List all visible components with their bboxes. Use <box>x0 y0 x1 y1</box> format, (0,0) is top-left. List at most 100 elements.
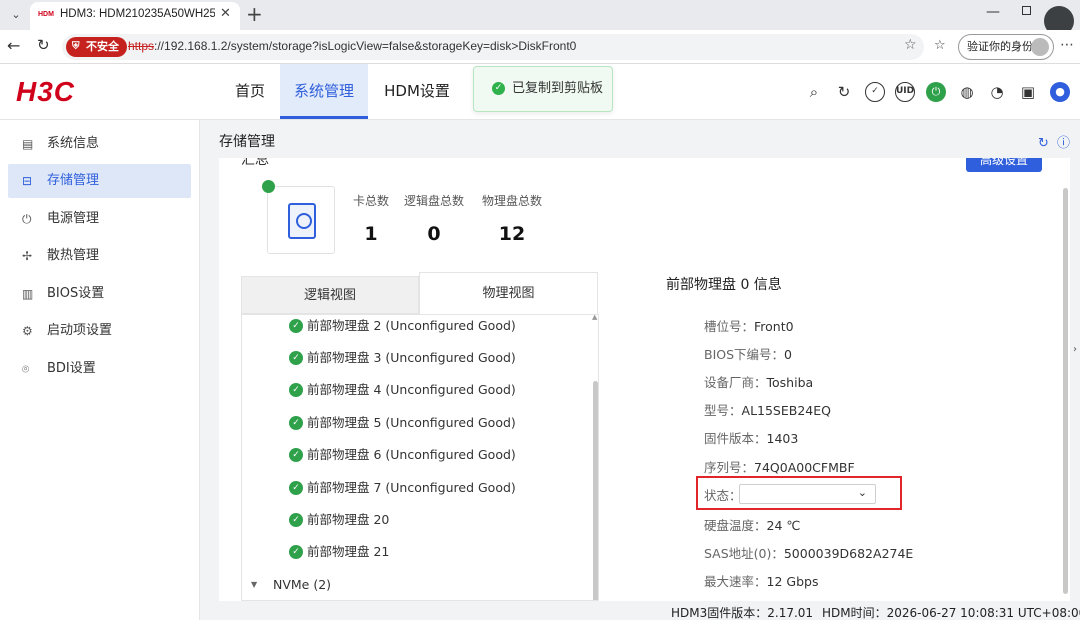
user-icon[interactable]: ● <box>1050 82 1070 102</box>
nav-home[interactable]: 首页 <box>222 64 278 119</box>
url-scheme: https <box>128 39 155 53</box>
scroll-thumb[interactable] <box>593 381 598 600</box>
palette-icon[interactable]: ◔ <box>987 82 1007 102</box>
info-key: BIOS下编号： <box>704 347 785 362</box>
info-bios-index: BIOS下编号：0 <box>704 344 792 363</box>
url-text[interactable]: https://192.168.1.2/system/storage?isLog… <box>128 39 576 53</box>
url-path: ://192.168.1.2/system/storage?isLogicVie… <box>154 39 577 53</box>
info-slot: 槽位号：Front0 <box>704 316 794 335</box>
panel-scrollbar[interactable] <box>1062 188 1069 594</box>
copied-toast: ✓ 已复制到剪贴板 <box>473 66 613 112</box>
tree-item-label: 前部物理盘 7 (Unconfigured Good) <box>307 480 516 495</box>
tree-group-label: NVMe (2) <box>273 577 332 592</box>
info-key: SAS地址(0)： <box>704 546 784 561</box>
chevron-right-icon[interactable]: › <box>1073 344 1077 355</box>
info-key: 序列号： <box>704 460 755 475</box>
minimize-icon[interactable]: — <box>986 4 1000 20</box>
url-box[interactable]: ⛨ 不安全 https://192.168.1.2/system/storage… <box>62 34 924 60</box>
bdi-icon: ⌾ <box>22 362 30 376</box>
tab-physical-view[interactable]: 物理视图 <box>419 272 598 314</box>
sidebar-item-storage[interactable]: ⊟ 存储管理 <box>8 164 191 198</box>
sidebar-item-bdi[interactable]: ⌾ BDI设置 <box>8 352 191 386</box>
disk-info-title: 前部物理盘 0 信息 <box>666 277 782 293</box>
fan-icon: ✢ <box>22 249 33 263</box>
favorites-icon[interactable]: ☆ <box>934 38 946 53</box>
stat-value: 12 <box>498 223 526 245</box>
globe-icon[interactable]: ◍ <box>957 82 977 102</box>
sidebar-item-boot[interactable]: ⚙ 启动项设置 <box>8 314 191 348</box>
info-key: 状态： <box>704 488 742 503</box>
info-firmware: 固件版本：1403 <box>704 428 798 447</box>
refresh-icon[interactable]: ↻ <box>834 82 854 102</box>
tree-item-label: 前部物理盘 20 <box>307 512 390 527</box>
sidebar-item-label: 电源管理 <box>47 211 100 226</box>
page-tools: ↻ ⓘ <box>1038 132 1070 151</box>
sidebar-item-label: 散热管理 <box>47 248 100 263</box>
stat-label: 物理盘总数 <box>482 194 543 208</box>
hard-disk-icon <box>288 203 316 239</box>
plus-icon[interactable]: + <box>246 2 263 26</box>
star-icon[interactable]: ☆ <box>904 37 917 53</box>
info-state: 状态： <box>704 485 742 504</box>
browser-tab[interactable]: HDM HDM3: HDM210235A50WH25400 ✕ <box>30 2 240 30</box>
back-icon[interactable]: ← <box>7 36 20 55</box>
sidebar-item-label: 启动项设置 <box>47 323 113 338</box>
caret-down-icon: ▼ <box>251 580 258 589</box>
more-icon[interactable]: ⋯ <box>1060 37 1074 53</box>
sidebar-item-system-info[interactable]: ▤ 系统信息 <box>8 127 191 161</box>
page-title: 存储管理 <box>219 134 275 150</box>
sidebar-item-bios[interactable]: ▥ BIOS设置 <box>8 277 191 311</box>
nav-system-management[interactable]: 系统管理 <box>280 64 368 119</box>
power-icon[interactable]: ⏻ <box>926 82 946 102</box>
sidebar-item-power[interactable]: ⏻ 电源管理 <box>8 202 191 236</box>
bios-icon: ▥ <box>22 287 34 301</box>
refresh-icon[interactable]: ↻ <box>1038 136 1049 151</box>
tree-item-label: 前部物理盘 5 (Unconfigured Good) <box>307 415 516 430</box>
logical-disk-count-stat: 逻辑盘总数 0 <box>404 192 464 245</box>
profile-button[interactable]: 验证你的身份 <box>958 34 1054 60</box>
close-icon[interactable]: ✕ <box>220 6 231 21</box>
tree-scrollbar[interactable]: ▲ <box>592 315 598 600</box>
package-icon[interactable]: ▣ <box>1018 82 1038 102</box>
advanced-settings-button[interactable]: 高级设置 <box>966 158 1042 172</box>
tab-list-chevron-icon[interactable]: ⌄ <box>6 5 26 25</box>
profile-avatar-icon <box>1031 38 1049 56</box>
card-count-stat: 卡总数 1 <box>353 192 389 245</box>
sidebar-item-cooling[interactable]: ✢ 散热管理 <box>8 239 191 273</box>
insecure-badge[interactable]: ⛨ 不安全 <box>66 37 127 57</box>
uid-icon[interactable]: UID <box>895 82 915 102</box>
state-select[interactable]: ⌄ <box>739 484 876 504</box>
status-footer: HDM3固件版本：2.17.01 HDM时间：2026-06-27 10:08:… <box>200 601 1080 620</box>
browser-tab-bar: ⌄ HDM HDM3: HDM210235A50WH25400 ✕ + — <box>0 0 1080 36</box>
tab-logical-view[interactable]: 逻辑视图 <box>241 276 419 314</box>
info-key: 最大速率： <box>704 574 767 589</box>
maximize-icon[interactable] <box>1022 6 1031 15</box>
address-bar: ← ↻ ⛨ 不安全 https://192.168.1.2/system/sto… <box>0 30 1080 64</box>
stat-value: 1 <box>364 223 378 245</box>
scroll-thumb[interactable] <box>1063 188 1068 594</box>
view-tabs: 逻辑视图 物理视图 <box>241 272 598 314</box>
info-key: 设备厂商： <box>704 375 767 390</box>
gear-icon: ⚙ <box>22 324 33 338</box>
info-value: 12 Gbps <box>766 574 819 589</box>
tree-item-label: 前部物理盘 2 (Unconfigured Good) <box>307 318 516 333</box>
check-circle-icon: ✓ <box>289 481 303 495</box>
info-key: 型号： <box>704 403 742 418</box>
profile-label: 验证你的身份 <box>967 40 1033 53</box>
check-circle-icon: ✓ <box>289 513 303 527</box>
reload-icon[interactable]: ↻ <box>37 36 50 54</box>
check-circle-icon: ✓ <box>289 383 303 397</box>
shield-icon[interactable]: ✓ <box>865 82 885 102</box>
nav-hdm-settings[interactable]: HDM设置 <box>372 64 462 119</box>
tree-item-label: 前部物理盘 3 (Unconfigured Good) <box>307 350 516 365</box>
search-icon[interactable]: ⌕ <box>804 82 824 102</box>
stat-label: 卡总数 <box>353 194 390 208</box>
help-icon[interactable]: ⓘ <box>1057 136 1070 151</box>
sidebar-item-label: BIOS设置 <box>47 286 105 301</box>
scroll-up-icon[interactable]: ▲ <box>592 315 597 321</box>
check-circle-icon: ✓ <box>289 448 303 462</box>
info-temperature: 硬盘温度：24 ℃ <box>704 515 800 534</box>
stat-value: 0 <box>427 223 441 245</box>
info-value: 24 ℃ <box>766 518 801 533</box>
storage-card <box>267 186 335 254</box>
